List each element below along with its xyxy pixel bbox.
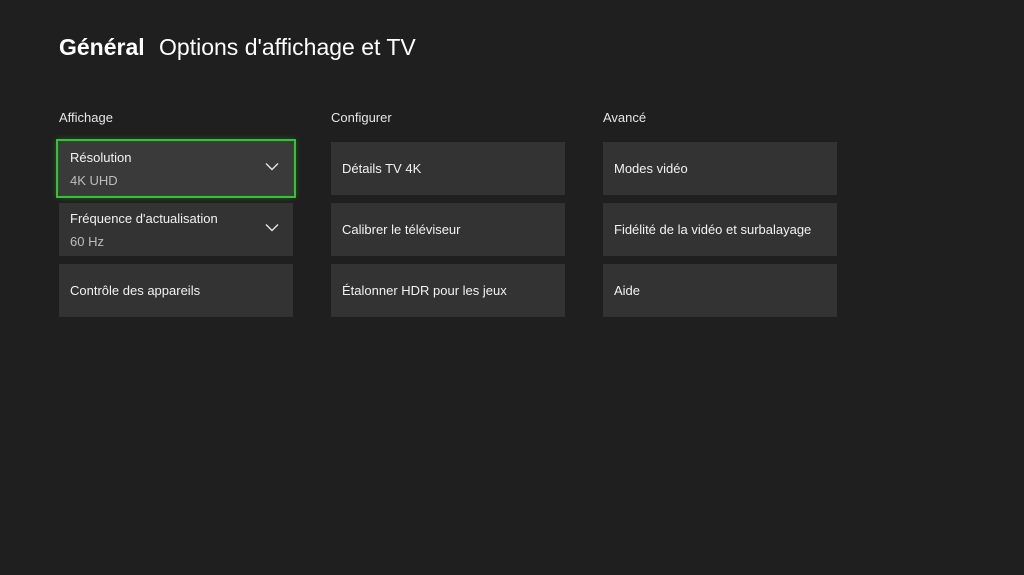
chevron-down-icon xyxy=(265,224,279,232)
video-modes-button[interactable]: Modes vidéo xyxy=(603,142,837,195)
calibrate-tv-button[interactable]: Calibrer le téléviseur xyxy=(331,203,565,256)
calibrate-hdr-games-label: Étalonner HDR pour les jeux xyxy=(342,283,507,298)
tv-4k-details-label: Détails TV 4K xyxy=(342,161,422,176)
section-title: Général xyxy=(59,34,145,60)
column-heading-advanced: Avancé xyxy=(603,110,647,125)
refresh-rate-dropdown[interactable]: Fréquence d'actualisation 60 Hz xyxy=(59,203,293,256)
chevron-down-icon xyxy=(265,163,279,171)
configure-column: Configurer Détails TV 4K Calibrer le tél… xyxy=(331,110,565,325)
resolution-value: 4K UHD xyxy=(70,172,118,188)
video-fidelity-overscan-label: Fidélité de la vidéo et surbalayage xyxy=(614,222,812,237)
resolution-label: Résolution xyxy=(70,149,132,165)
column-heading-display: Affichage xyxy=(59,110,113,125)
page-title: Options d'affichage et TV xyxy=(159,34,416,60)
page-header: Général Options d'affichage et TV xyxy=(59,32,416,62)
advanced-column: Avancé Modes vidéo Fidélité de la vidéo … xyxy=(603,110,837,325)
refresh-rate-value: 60 Hz xyxy=(70,233,104,249)
device-control-label: Contrôle des appareils xyxy=(70,283,201,298)
calibrate-tv-label: Calibrer le téléviseur xyxy=(342,222,461,237)
help-label: Aide xyxy=(614,283,641,298)
resolution-dropdown[interactable]: Résolution 4K UHD xyxy=(56,139,296,198)
tv-4k-details-button[interactable]: Détails TV 4K xyxy=(331,142,565,195)
refresh-rate-label: Fréquence d'actualisation xyxy=(70,210,218,226)
column-heading-configure: Configurer xyxy=(331,110,392,125)
help-button[interactable]: Aide xyxy=(603,264,837,317)
video-fidelity-overscan-button[interactable]: Fidélité de la vidéo et surbalayage xyxy=(603,203,837,256)
display-column: Affichage Résolution 4K UHD Fréquence d'… xyxy=(56,110,296,325)
device-control-button[interactable]: Contrôle des appareils xyxy=(59,264,293,317)
display-tv-options-page: Général Options d'affichage et TV Affich… xyxy=(0,0,1024,575)
video-modes-label: Modes vidéo xyxy=(614,161,688,176)
calibrate-hdr-games-button[interactable]: Étalonner HDR pour les jeux xyxy=(331,264,565,317)
